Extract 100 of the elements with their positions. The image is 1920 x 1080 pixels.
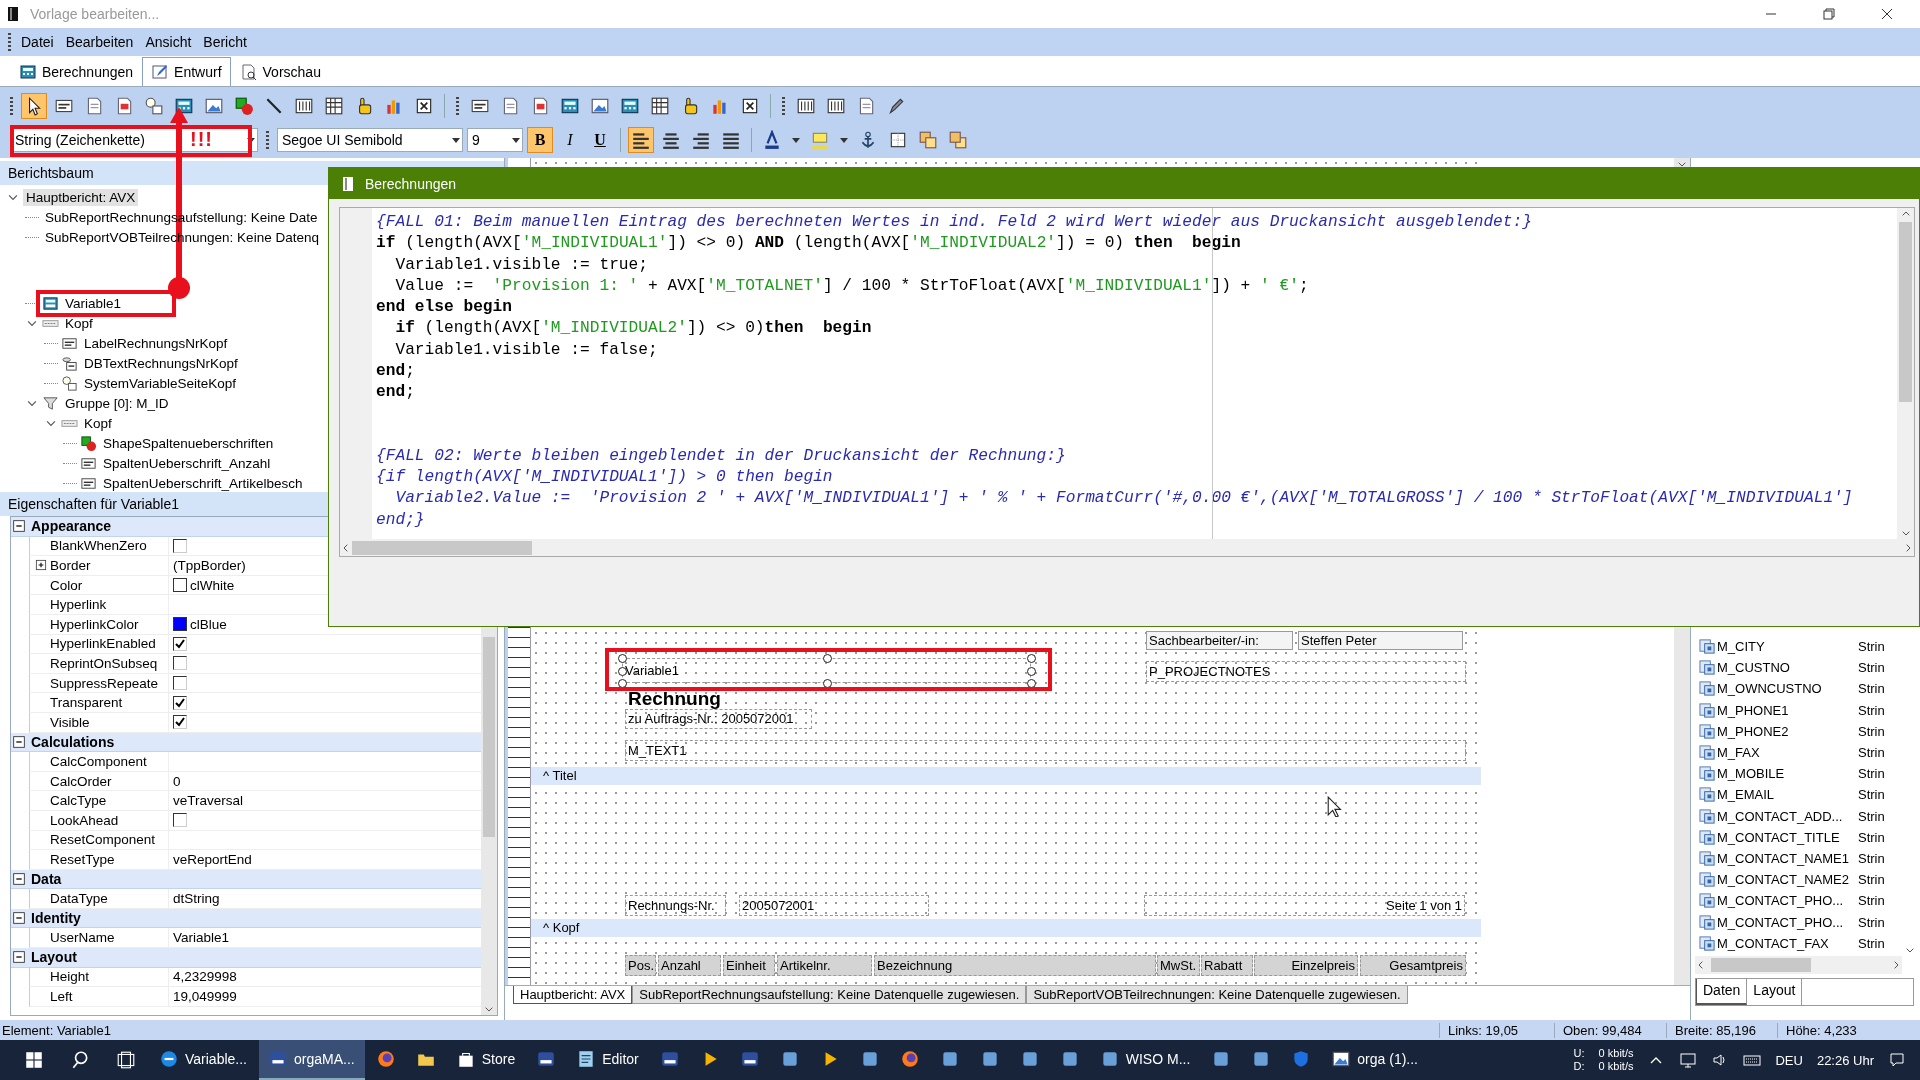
column-header: Artikelnr. bbox=[777, 955, 872, 976]
field-type: Strin bbox=[1858, 914, 1884, 930]
tab[interactable]: Layout bbox=[1747, 979, 1803, 1005]
property-value[interactable]: clBlue bbox=[190, 616, 227, 632]
property-value[interactable]: 0 bbox=[173, 773, 181, 789]
field-name[interactable]: M_CONTACT_NAME1 bbox=[1717, 850, 1857, 866]
property-value[interactable]: clWhite bbox=[190, 577, 235, 593]
taskbar-button[interactable]: orgaMA... bbox=[259, 1040, 365, 1080]
tab[interactable]: Daten bbox=[1696, 979, 1748, 1005]
field-name[interactable]: M_MOBILE bbox=[1717, 766, 1857, 782]
field-name[interactable]: M_CITY bbox=[1717, 639, 1857, 655]
property-value[interactable]: 4,2329998 bbox=[173, 969, 237, 985]
band-header[interactable]: ^ Kopf bbox=[531, 919, 1481, 937]
column-header: Anzahl bbox=[658, 955, 721, 976]
bold-button[interactable]: B bbox=[527, 127, 553, 153]
field-type: Strin bbox=[1858, 787, 1884, 803]
field-type: Strin bbox=[1858, 639, 1884, 655]
band-header[interactable]: ^ Titel bbox=[531, 767, 1481, 785]
column-header: Pos. bbox=[625, 955, 656, 976]
column-header: MwSt. bbox=[1157, 955, 1200, 976]
property-name: SuppressRepeate bbox=[50, 675, 159, 691]
category-row[interactable]: Data bbox=[11, 869, 481, 890]
tree-item[interactable]: Gruppe [0]: M_ID bbox=[62, 394, 172, 412]
property-value[interactable]: veTraversal bbox=[173, 793, 244, 809]
property-value[interactable]: Variable1 bbox=[173, 930, 230, 946]
property-value[interactable]: 19,049999 bbox=[173, 989, 237, 1005]
property-name: Height bbox=[50, 969, 90, 985]
tree-item[interactable]: SystemVariableSeiteKopf bbox=[81, 374, 240, 392]
property-name: Color bbox=[50, 577, 83, 593]
property-value[interactable]: veReportEnd bbox=[173, 851, 252, 867]
tree-item[interactable]: SpaltenUeberschrift_Artikelbesch bbox=[100, 474, 306, 492]
field-name[interactable]: M_FAX bbox=[1717, 745, 1857, 761]
field-name[interactable]: M_CONTACT_PHO... bbox=[1717, 914, 1857, 930]
field-name[interactable]: M_EMAIL bbox=[1717, 787, 1857, 803]
menu-item[interactable]: Bearbeiten bbox=[59, 34, 140, 50]
taskbar-button[interactable]: WISO M... bbox=[1090, 1040, 1201, 1080]
column-header: Gesamtpreis bbox=[1360, 955, 1466, 976]
field-name[interactable]: M_CONTACT_NAME2 bbox=[1717, 872, 1857, 888]
tree-item[interactable]: LabelRechnungsNrKopf bbox=[81, 334, 231, 352]
tree-item[interactable]: DBTextRechnungsNrKopf bbox=[81, 354, 241, 372]
tree-item[interactable]: Kopf bbox=[62, 314, 96, 332]
field-name[interactable]: M_OWNCUSTNO bbox=[1717, 681, 1857, 697]
underline-button[interactable]: U bbox=[587, 127, 613, 153]
report-field[interactable]: Rechnungs-Nr. bbox=[625, 895, 726, 916]
field-name[interactable]: M_PHONE1 bbox=[1717, 702, 1857, 718]
code-line: if (length(AVX['M_INDIVIDUAL1']) <> 0) AND (length(AVX['M_INDIVIDUAL2']) = 0) then begin bbox=[376, 233, 1241, 255]
report-tab[interactable]: SubReportVOBTeilrechnungen: Keine Datenquelle zugewiesen. bbox=[1026, 986, 1408, 1004]
clock[interactable]: 22:26 Uhr bbox=[1816, 1052, 1874, 1068]
menu-item[interactable]: Bericht bbox=[197, 34, 253, 50]
field-name[interactable]: M_CONTACT_ADD... bbox=[1717, 808, 1857, 824]
field-name[interactable]: M_PHONE2 bbox=[1717, 723, 1857, 739]
tree-item[interactable]: Kopf bbox=[81, 414, 115, 432]
annotation-text: !!! bbox=[190, 128, 213, 151]
property-name: ResetType bbox=[50, 851, 115, 867]
property-value[interactable]: dtString bbox=[173, 891, 220, 907]
property-value[interactable]: (TppBorder) bbox=[173, 558, 246, 573]
taskbar-button[interactable]: Variable... bbox=[150, 1040, 257, 1080]
field-name[interactable]: M_CONTACT_FAX bbox=[1717, 935, 1857, 951]
taskbar-button[interactable]: Editor bbox=[567, 1040, 649, 1080]
field-type: Strin bbox=[1858, 745, 1884, 761]
property-name: Border bbox=[50, 558, 91, 573]
tree-item[interactable]: Variable1 bbox=[62, 294, 125, 312]
report-field[interactable]: Seite 1 von 1 bbox=[1144, 895, 1465, 916]
column-header: Rabatt bbox=[1201, 955, 1253, 976]
taskbar-button[interactable]: orga (1)... bbox=[1322, 1040, 1428, 1080]
code-line: if (length(AVX['M_INDIVIDUAL2']) <> 0)then begin bbox=[394, 318, 872, 340]
language-indicator[interactable]: DEU bbox=[1775, 1052, 1803, 1068]
tab[interactable]: Vorschau bbox=[230, 57, 330, 86]
report-field[interactable]: Steffen Peter bbox=[1298, 631, 1463, 650]
column-header: Einzelpreis bbox=[1254, 955, 1358, 976]
font-dropdown[interactable]: Segoe UI Semibold bbox=[277, 128, 463, 152]
menu-item[interactable]: Ansicht bbox=[139, 34, 198, 50]
report-field[interactable]: M_TEXT1 bbox=[625, 740, 1466, 761]
category-row[interactable]: Layout bbox=[11, 948, 481, 968]
status-text: Breite: 85,196 bbox=[1666, 1022, 1777, 1038]
italic-button[interactable]: I bbox=[557, 127, 583, 153]
field-name[interactable]: M_CONTACT_PHO... bbox=[1717, 893, 1857, 909]
report-tab[interactable]: SubReportRechnungsaufstellung: Keine Datenquelle zugewiesen. bbox=[632, 986, 1027, 1004]
code-line: end; bbox=[376, 382, 415, 404]
tree-item[interactable]: SpaltenUeberschrift_Anzahl bbox=[100, 454, 274, 472]
font-size-dropdown[interactable]: 9 bbox=[467, 128, 523, 152]
report-field[interactable]: 2005072001 bbox=[739, 895, 929, 916]
field-name[interactable]: M_CONTACT_TITLE bbox=[1717, 829, 1857, 845]
menu-item[interactable]: Datei bbox=[15, 34, 60, 50]
report-field[interactable]: P_PROJECTNOTES bbox=[1146, 661, 1466, 682]
property-name: DataType bbox=[50, 891, 108, 907]
field-type: Strin bbox=[1858, 893, 1884, 909]
report-tab[interactable]: Hauptbericht: AVX bbox=[513, 986, 633, 1004]
tab[interactable]: Berechnungen bbox=[10, 57, 143, 86]
tab[interactable]: Entwurf bbox=[142, 57, 231, 86]
property-name: HyperlinkEnabled bbox=[50, 636, 156, 652]
field-name[interactable]: M_CUSTNO bbox=[1717, 660, 1857, 676]
report-field[interactable]: Sachbearbeiter/-in: bbox=[1146, 631, 1293, 650]
report-heading[interactable]: Rechnung bbox=[626, 686, 826, 712]
tree-item[interactable]: Hauptbericht: AVX bbox=[23, 188, 139, 206]
taskbar-button[interactable]: Store bbox=[446, 1040, 526, 1080]
tree-item[interactable]: ShapeSpaltenueberschriften bbox=[100, 434, 277, 452]
category-row[interactable]: Calculations bbox=[11, 732, 481, 753]
category-row[interactable]: Identity bbox=[11, 908, 481, 929]
report-field[interactable]: zu Auftrags-Nr.: 2005072001 bbox=[625, 709, 812, 729]
